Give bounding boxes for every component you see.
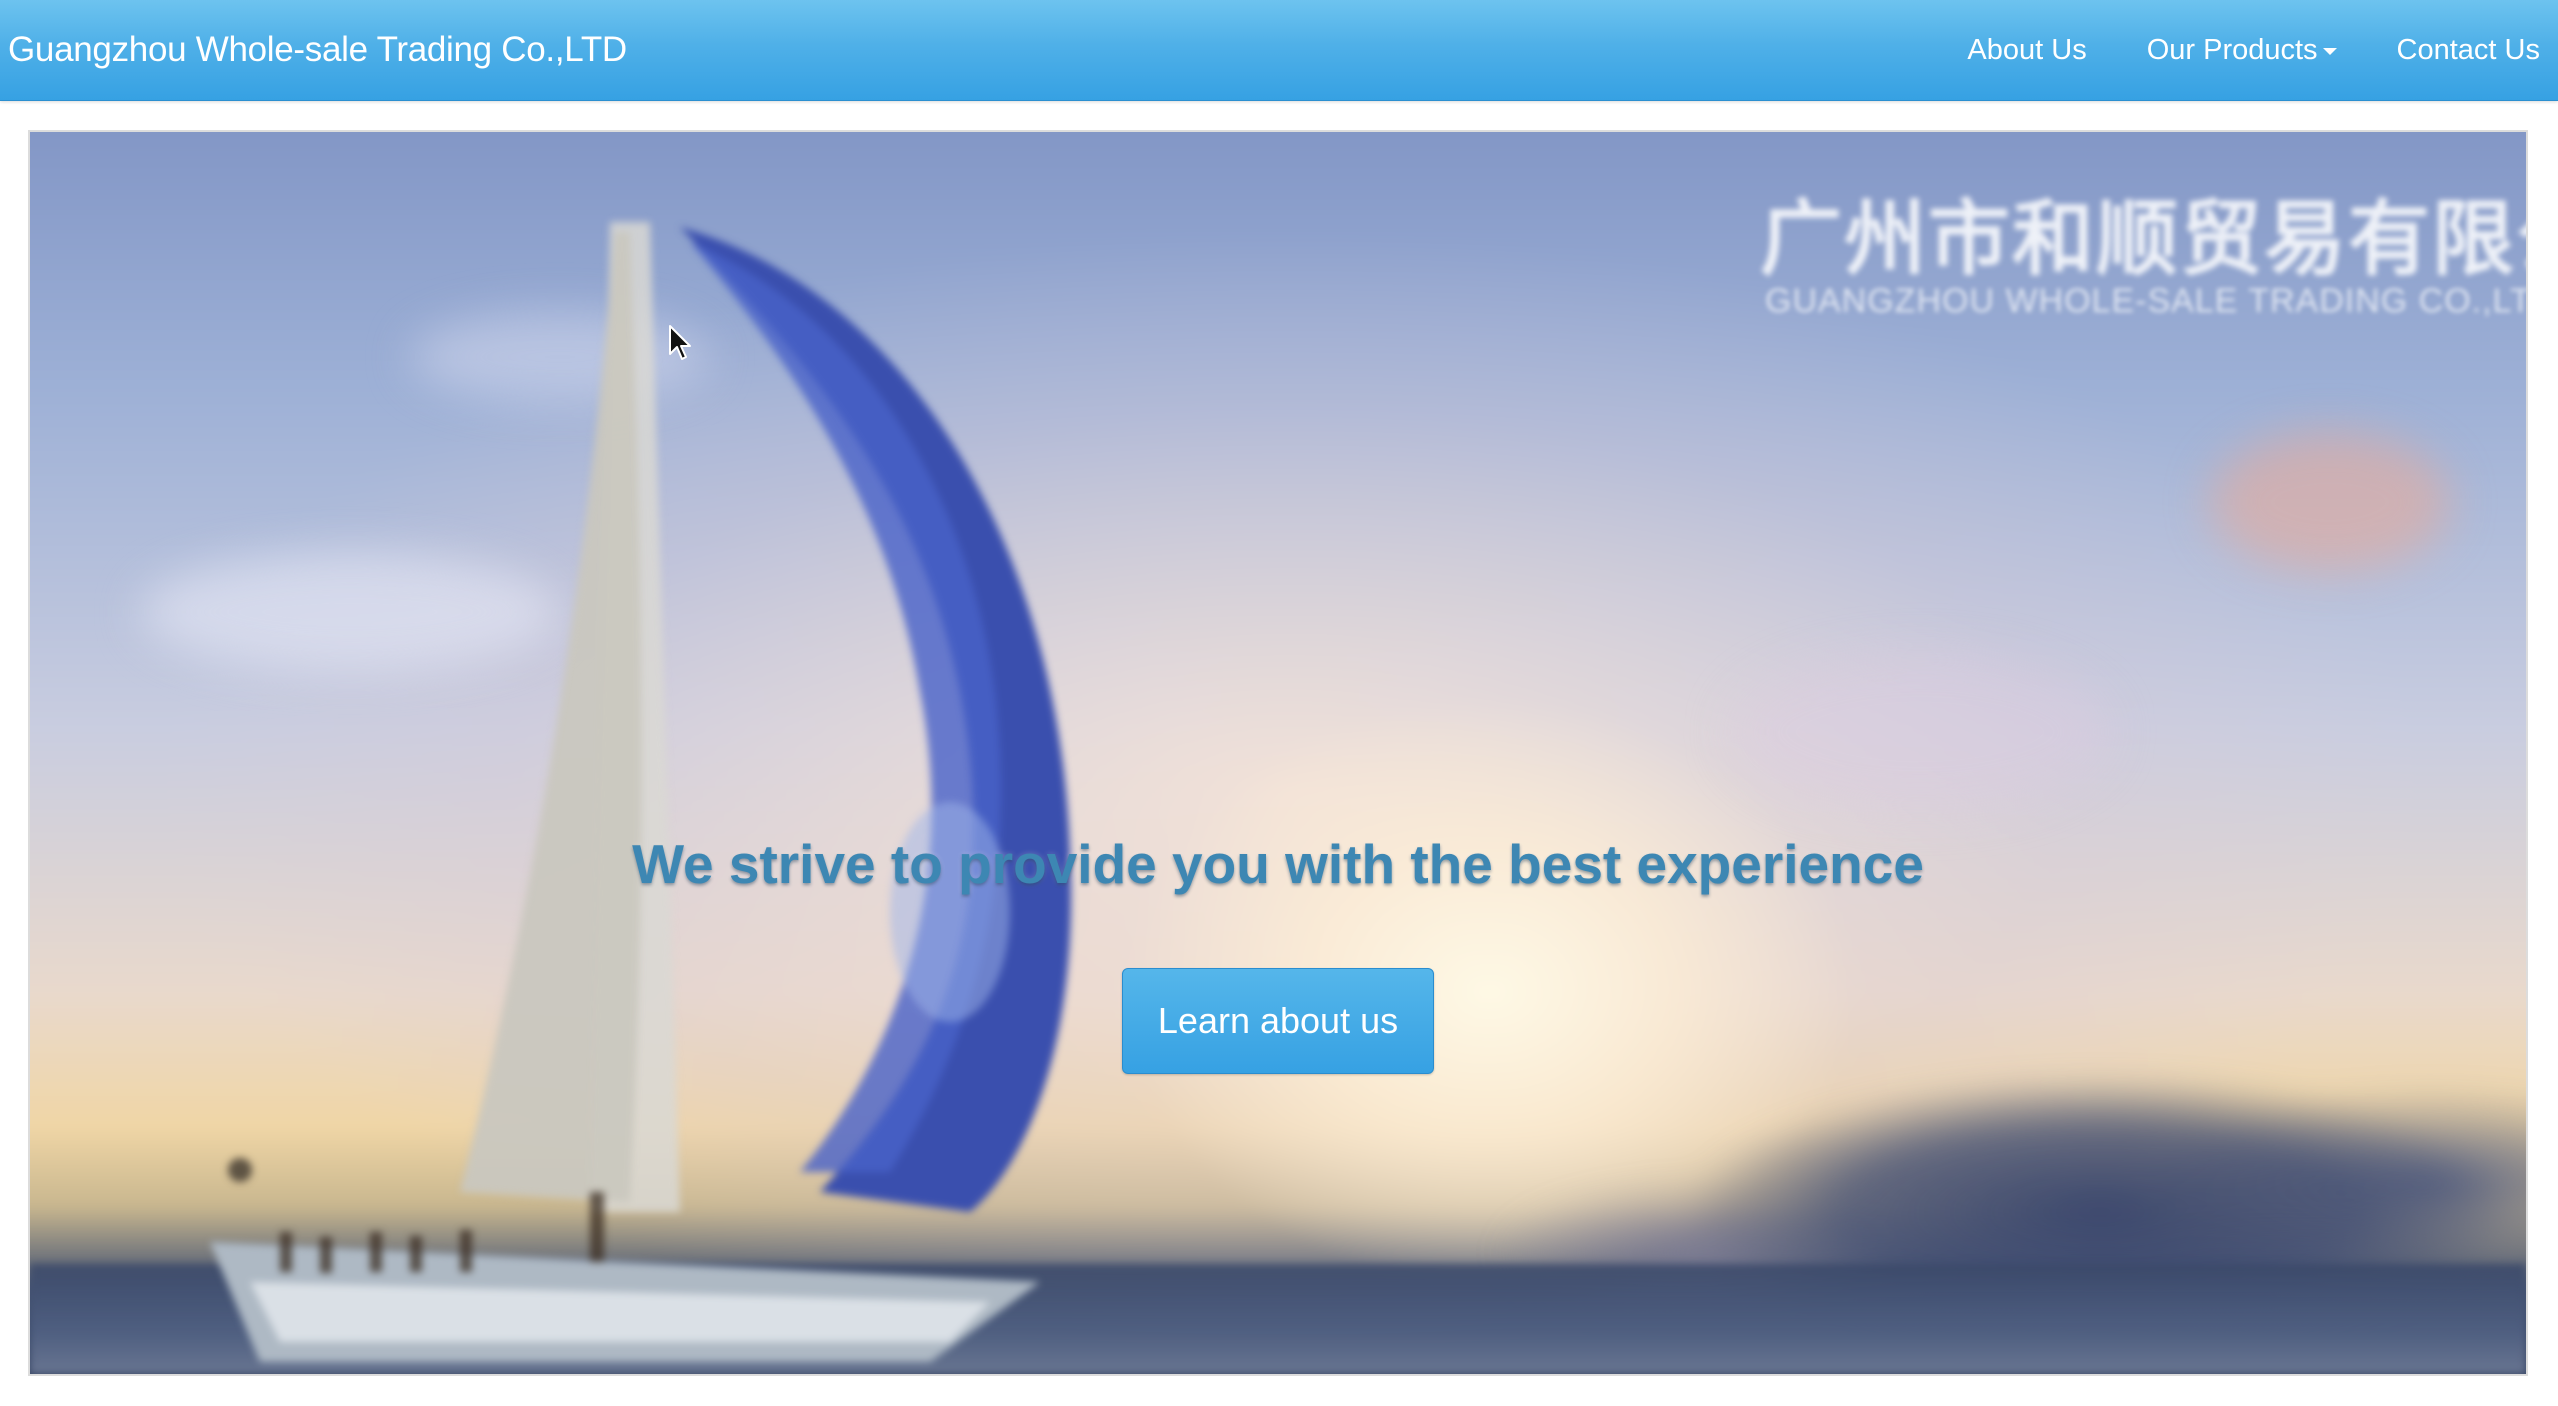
hero-watermark-english: GUANGZHOU WHOLE-SALE TRADING CO.,LTD — [1765, 282, 2528, 320]
brand-link[interactable]: Guangzhou Whole-sale Trading Co.,LTD — [8, 0, 627, 100]
hero-banner: 广州市和顺贸易有限公司 GUANGZHOU WHOLE-SALE TRADING… — [28, 130, 2528, 1376]
nav-about-us[interactable]: About Us — [1945, 0, 2108, 100]
learn-about-us-button[interactable]: Learn about us — [1122, 968, 1434, 1074]
mouse-pointer-icon — [669, 325, 691, 360]
nav-contact-us-label: Contact Us — [2396, 34, 2540, 66]
caret-down-icon — [2322, 47, 2337, 55]
nav-contact-us[interactable]: Contact Us — [2375, 0, 2558, 100]
top-navbar: Guangzhou Whole-sale Trading Co.,LTD Abo… — [0, 0, 2558, 101]
nav-our-products-dropdown[interactable]: Our Products — [2125, 0, 2359, 100]
nav-about-us-label: About Us — [1967, 34, 2087, 66]
nav-menu: About Us Our Products Contact Us — [1945, 0, 2558, 100]
hero-headline: We strive to provide you with the best e… — [632, 833, 1924, 895]
nav-our-products-label: Our Products — [2146, 34, 2318, 66]
hero-watermark-chinese: 广州市和顺贸易有限公司 — [1760, 192, 2526, 287]
